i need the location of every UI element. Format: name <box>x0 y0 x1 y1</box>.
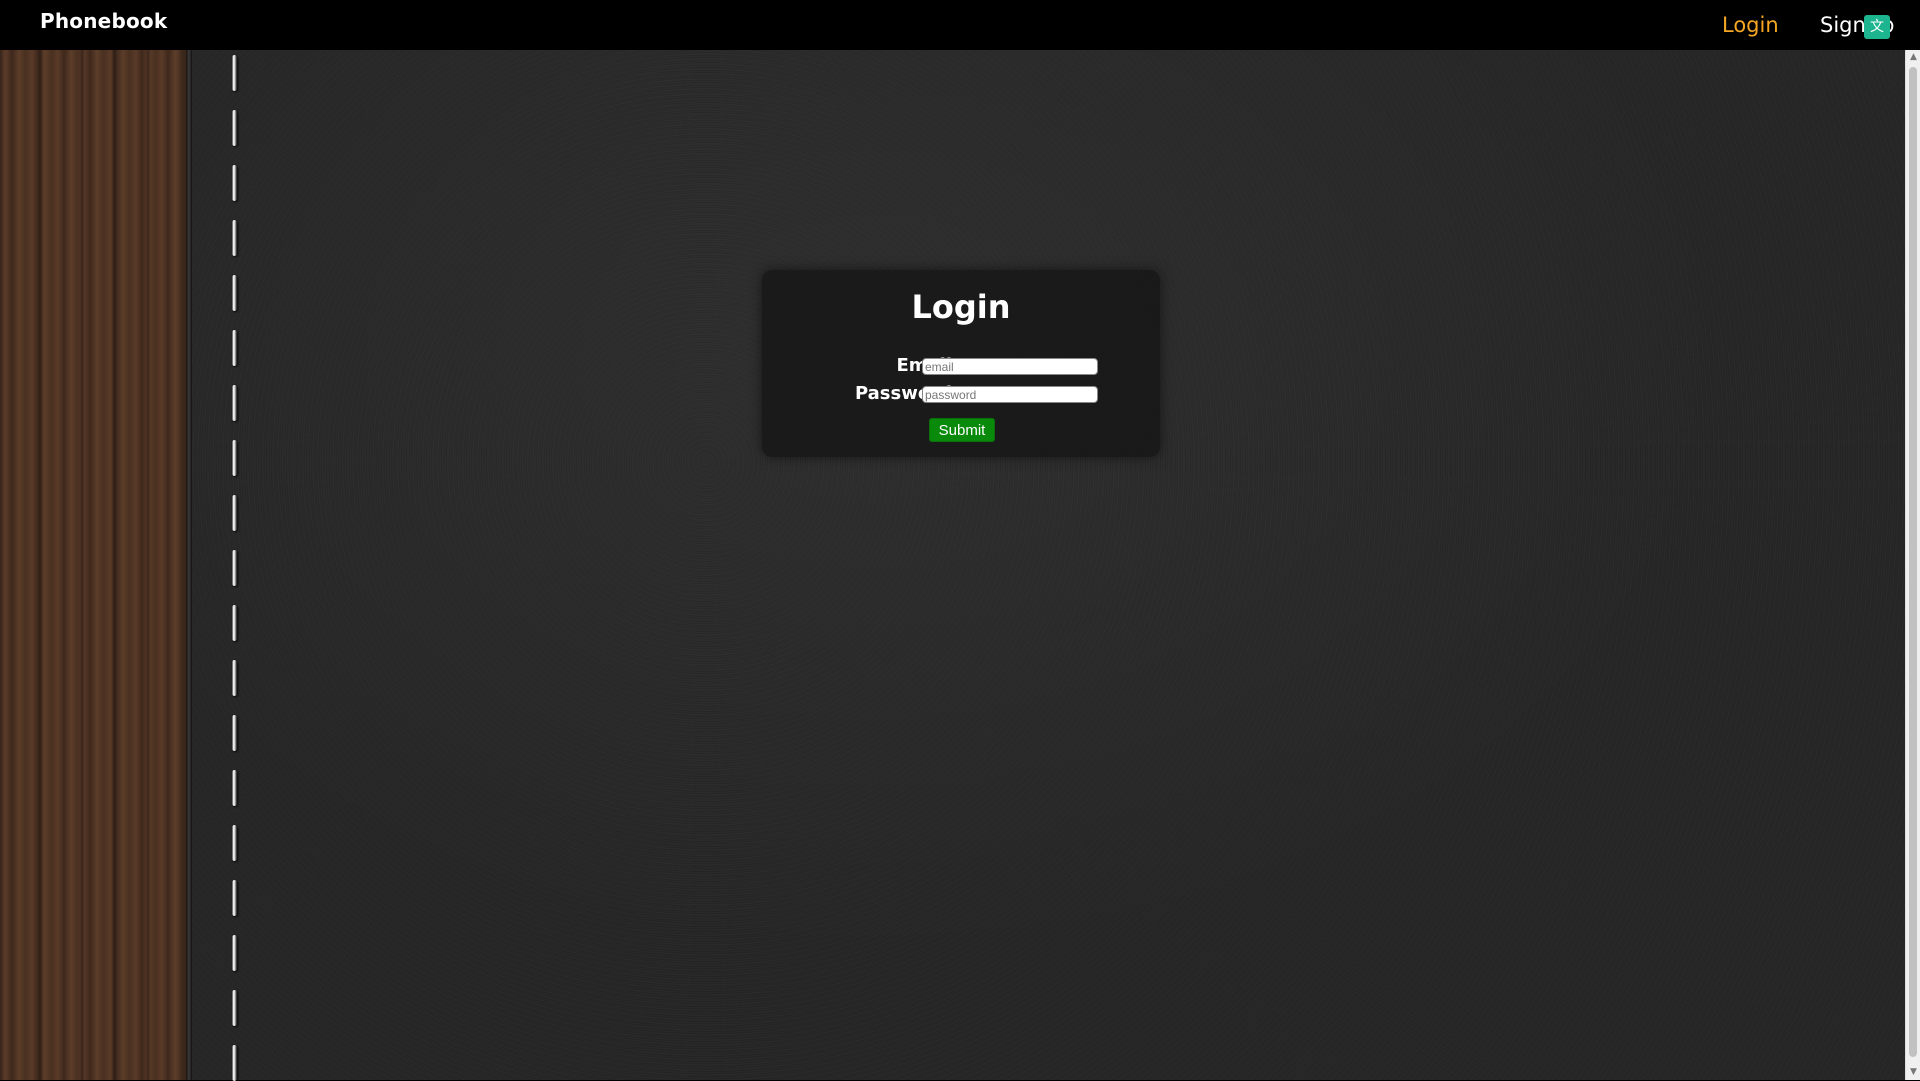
password-input[interactable] <box>922 386 1098 403</box>
scroll-thumb[interactable] <box>1909 67 1917 1057</box>
login-card: Login Email Password Submit <box>762 270 1160 457</box>
stitch-mark <box>232 770 237 806</box>
stitch-mark <box>232 935 237 971</box>
stitch-mark <box>232 550 237 586</box>
stitch-mark <box>232 275 237 311</box>
stitch-mark <box>232 495 237 531</box>
stitch-mark <box>232 55 237 91</box>
scroll-down-icon[interactable]: ▼ <box>1906 1065 1920 1080</box>
stitch-mark <box>232 880 237 916</box>
stitch-mark <box>232 110 237 146</box>
login-title: Login <box>911 288 1011 326</box>
stitch-mark <box>232 385 237 421</box>
translate-icon[interactable]: 文 <box>1864 15 1890 39</box>
stitch-mark <box>232 825 237 861</box>
stitch-mark <box>232 165 237 201</box>
stitch-mark <box>232 715 237 751</box>
stitch-mark <box>232 330 237 366</box>
stitch-mark <box>232 605 237 641</box>
email-input[interactable] <box>922 358 1098 375</box>
top-navbar: Phonebook Login SignUp 文 <box>0 0 1920 50</box>
stitch-mark <box>232 1045 237 1081</box>
leather-background <box>192 50 1905 1080</box>
scroll-up-icon[interactable]: ▲ <box>1906 50 1920 65</box>
nav-login-link[interactable]: Login <box>1722 13 1779 37</box>
stitch-mark <box>232 990 237 1026</box>
stitch-mark <box>232 440 237 476</box>
wood-background-panel <box>0 50 190 1080</box>
brand-logo[interactable]: Phonebook <box>40 9 167 33</box>
vertical-scrollbar[interactable]: ▲ ▼ <box>1905 50 1920 1080</box>
submit-button[interactable]: Submit <box>929 418 995 442</box>
stitch-mark <box>232 660 237 696</box>
stitch-mark <box>232 220 237 256</box>
stitching-decoration <box>232 55 242 1081</box>
